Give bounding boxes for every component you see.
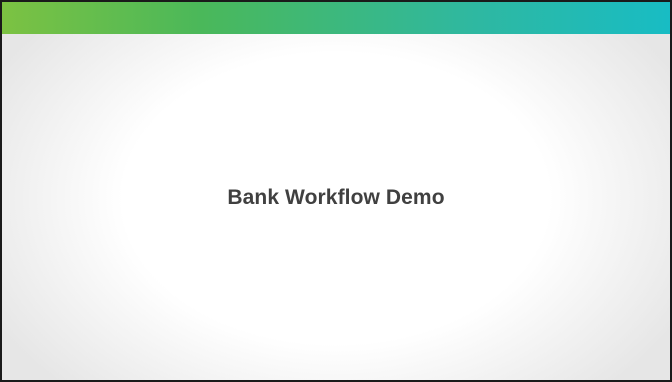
presentation-slide: Bank Workflow Demo <box>0 0 672 382</box>
header-accent-bar <box>2 2 670 34</box>
slide-title: Bank Workflow Demo <box>227 186 445 209</box>
